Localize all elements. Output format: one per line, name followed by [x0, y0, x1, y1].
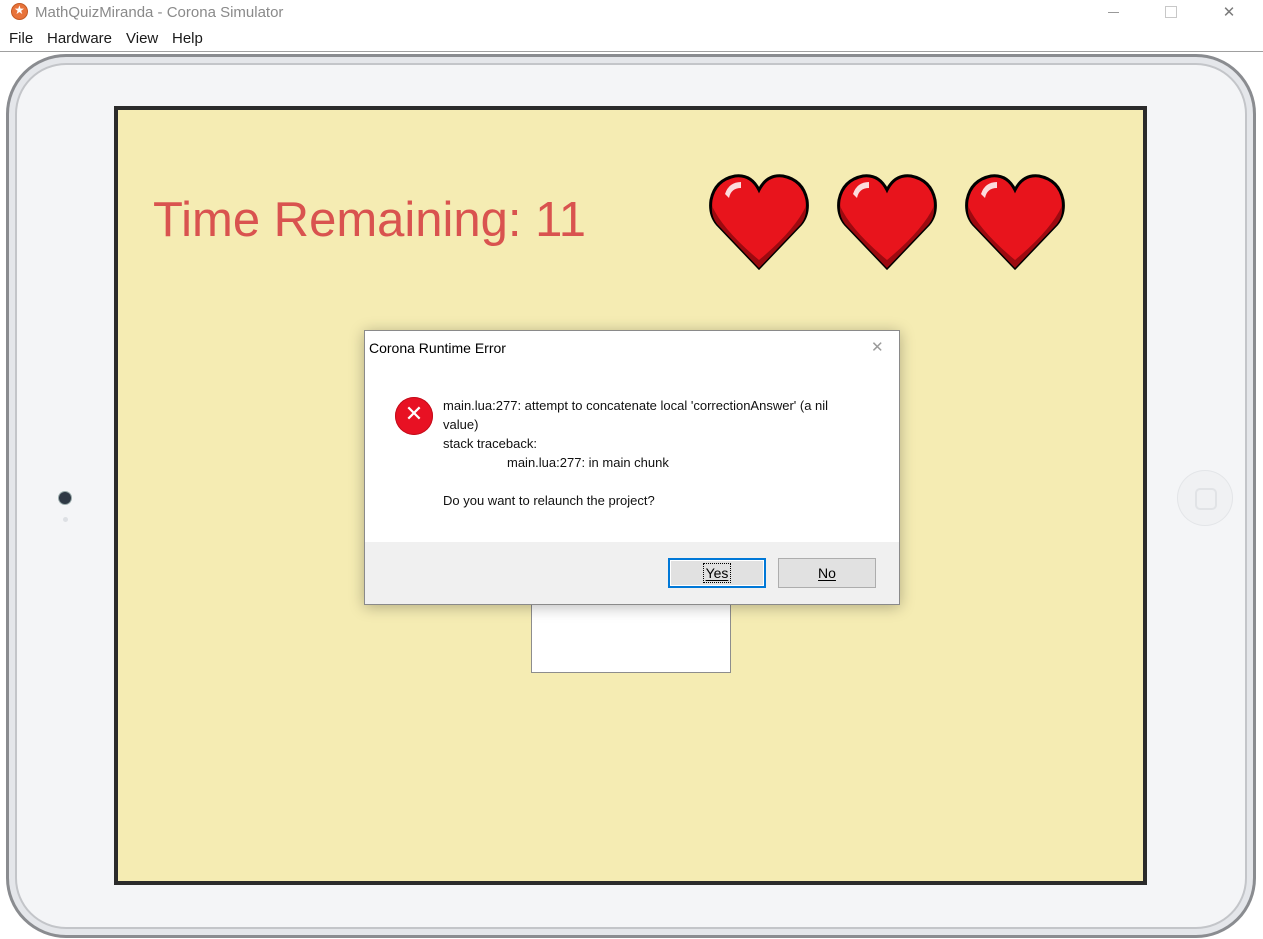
relaunch-question: Do you want to relaunch the project? — [443, 493, 655, 508]
yes-button-label: Yes — [702, 563, 732, 583]
sensor-dot — [63, 517, 68, 522]
close-button[interactable] — [1200, 0, 1258, 24]
error-icon — [395, 397, 433, 435]
no-button[interactable]: No — [778, 558, 876, 588]
heart-life-icon — [837, 174, 937, 271]
answer-text-field[interactable] — [531, 600, 731, 673]
dialog-button-bar: Yes No — [365, 542, 899, 604]
time-remaining-label: Time Remaining: 11 — [153, 193, 587, 247]
window-title-bar: MathQuizMiranda - Corona Simulator — [0, 0, 1263, 26]
stack-traceback-label: stack traceback: — [443, 436, 537, 451]
corona-app-icon — [11, 3, 28, 20]
heart-life-icon — [965, 174, 1065, 271]
menu-hardware[interactable]: Hardware — [47, 30, 112, 47]
error-message-line: main.lua:277: attempt to concatenate loc… — [443, 398, 829, 413]
maximize-button[interactable] — [1142, 0, 1200, 24]
menu-help[interactable]: Help — [172, 30, 203, 47]
runtime-error-dialog: Corona Runtime Error ✕ main.lua:277: att… — [364, 330, 900, 605]
window-title: MathQuizMiranda - Corona Simulator — [35, 4, 284, 21]
no-button-label: No — [818, 565, 836, 581]
minimize-button[interactable] — [1084, 0, 1142, 24]
heart-life-icon — [709, 174, 809, 271]
camera-icon — [59, 492, 71, 504]
stack-traceback-entry: main.lua:277: in main chunk — [507, 455, 669, 470]
error-message-line: value) — [443, 417, 479, 432]
menu-bar: File Hardware View Help — [0, 27, 1263, 51]
yes-button[interactable]: Yes — [668, 558, 766, 588]
menu-view[interactable]: View — [126, 30, 158, 47]
home-button[interactable] — [1177, 470, 1233, 526]
dialog-close-icon[interactable]: ✕ — [871, 338, 884, 356]
home-button-icon — [1195, 488, 1217, 510]
dialog-title: Corona Runtime Error — [369, 340, 506, 356]
menu-divider — [0, 51, 1263, 52]
menu-file[interactable]: File — [9, 30, 33, 47]
